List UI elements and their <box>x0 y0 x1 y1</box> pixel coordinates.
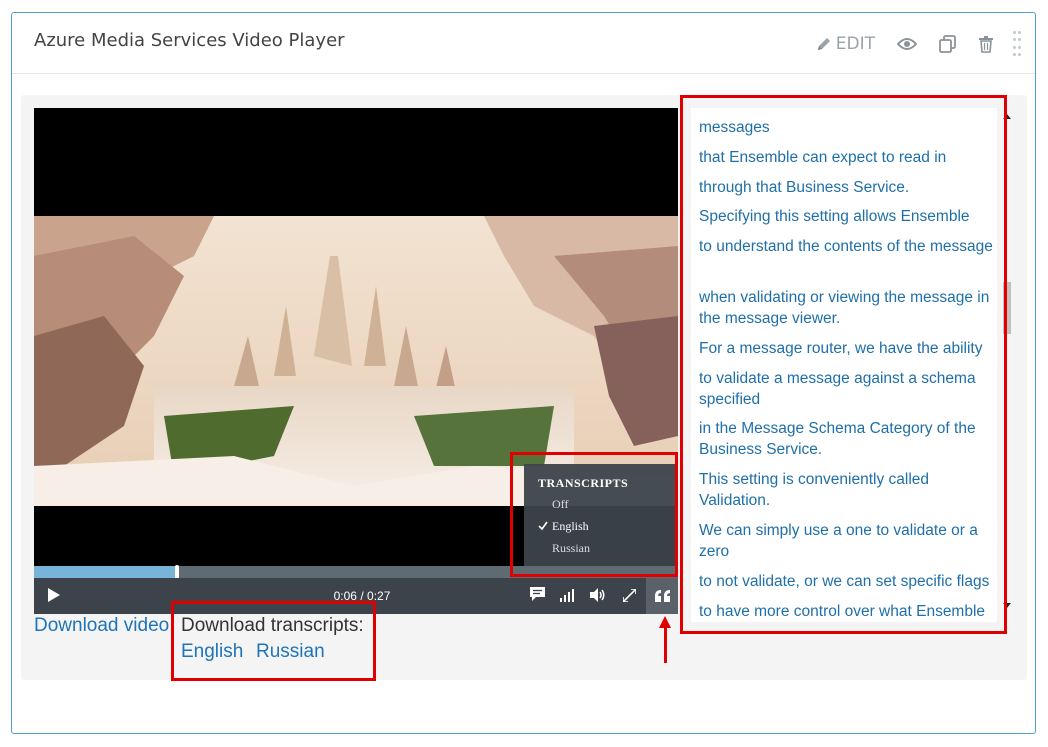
quality-button[interactable] <box>552 578 582 614</box>
pencil-icon <box>816 36 832 52</box>
transcript-line[interactable]: messages <box>699 117 993 138</box>
quality-icon <box>560 587 574 606</box>
scroll-up-arrow-icon[interactable] <box>1003 114 1011 119</box>
checkmark-icon <box>538 520 548 535</box>
transcript-option-english-label: English <box>552 519 589 533</box>
progress-bar[interactable] <box>34 565 678 579</box>
volume-icon <box>590 587 606 606</box>
card-title: Azure Media Services Video Player <box>34 30 345 51</box>
progress-fill <box>34 566 178 578</box>
eye-icon <box>897 37 917 51</box>
copy-button[interactable] <box>939 35 957 53</box>
transcript-line[interactable]: Specifying this setting allows Ensemble <box>699 206 993 227</box>
transcript-panel[interactable]: messages that Ensemble can expect to rea… <box>691 108 997 622</box>
transcript-line[interactable]: in the Message Schema Category of the Bu… <box>699 418 993 460</box>
time-total: 0:27 <box>367 589 391 603</box>
fullscreen-button[interactable] <box>614 578 644 614</box>
transcript-line[interactable]: to validate a message against a schema s… <box>699 368 993 410</box>
card-toolbar: EDIT <box>794 31 1021 57</box>
copy-icon <box>939 35 957 53</box>
scrollbar-thumb[interactable] <box>1003 282 1011 334</box>
download-transcript-english-link[interactable]: English <box>181 641 243 663</box>
fullscreen-icon <box>621 587 637 606</box>
scroll-down-arrow-icon[interactable] <box>1003 603 1011 608</box>
video-player[interactable]: TRANSCRIPTS Off English Russian 0:06 / 0… <box>34 108 678 614</box>
trash-icon <box>979 35 993 53</box>
preview-button[interactable] <box>897 37 917 51</box>
video-frame <box>34 216 678 506</box>
time-current: 0:06 <box>333 589 357 603</box>
transcript-line[interactable]: when validating or viewing the message i… <box>699 287 993 329</box>
transcript-scrollbar[interactable] <box>1001 108 1013 622</box>
transcript-line[interactable]: to not validate, or we can set specific … <box>699 571 993 592</box>
download-transcript-russian-link[interactable]: Russian <box>256 641 325 663</box>
transcripts-menu-title: TRANSCRIPTS <box>538 476 629 490</box>
time-separator: / <box>360 589 364 603</box>
red-arrow-shaft <box>664 625 667 663</box>
video-player-card: Azure Media Services Video Player EDIT T… <box>11 12 1036 734</box>
edit-button[interactable]: EDIT <box>816 34 875 54</box>
captions-icon <box>654 587 670 606</box>
volume-button[interactable] <box>583 578 613 614</box>
card-header: Azure Media Services Video Player EDIT <box>12 13 1035 74</box>
download-links: Download video Download transcripts: Eng… <box>34 615 694 675</box>
captions-button[interactable] <box>646 578 678 614</box>
delete-button[interactable] <box>979 35 993 53</box>
player-content: TRANSCRIPTS Off English Russian 0:06 / 0… <box>21 95 1027 680</box>
transcript-line[interactable]: For a message router, we have the abilit… <box>699 338 993 359</box>
control-bar: 0:06 / 0:27 <box>34 578 678 614</box>
transcript-option-russian[interactable]: Russian <box>552 541 590 556</box>
play-icon <box>48 587 60 606</box>
transcript-line[interactable]: that Ensemble can expect to read in <box>699 147 993 168</box>
download-video-link[interactable]: Download video <box>34 615 169 637</box>
transcripts-menu: TRANSCRIPTS Off English Russian <box>524 464 678 566</box>
edit-label: EDIT <box>835 34 875 54</box>
transcript-line[interactable]: We can simply use a one to validate or a… <box>699 520 993 562</box>
transcript-line[interactable]: to have more control over what Ensemble <box>699 601 993 622</box>
progress-handle[interactable] <box>175 565 180 579</box>
transcript-line[interactable]: to understand the contents of the messag… <box>699 236 993 257</box>
drag-handle-icon[interactable] <box>1013 31 1021 57</box>
transcript-line[interactable]: This setting is conveniently called Vali… <box>699 469 993 511</box>
transcript-option-off[interactable]: Off <box>552 497 568 512</box>
transcript-option-english[interactable]: English <box>538 519 589 534</box>
play-button[interactable] <box>38 578 70 614</box>
transcript-icon <box>529 586 546 606</box>
transcript-line[interactable]: through that Business Service. <box>699 177 993 198</box>
time-display: 0:06 / 0:27 <box>302 578 422 614</box>
transcript-button[interactable] <box>522 578 552 614</box>
download-transcripts-label: Download transcripts: <box>181 615 364 636</box>
